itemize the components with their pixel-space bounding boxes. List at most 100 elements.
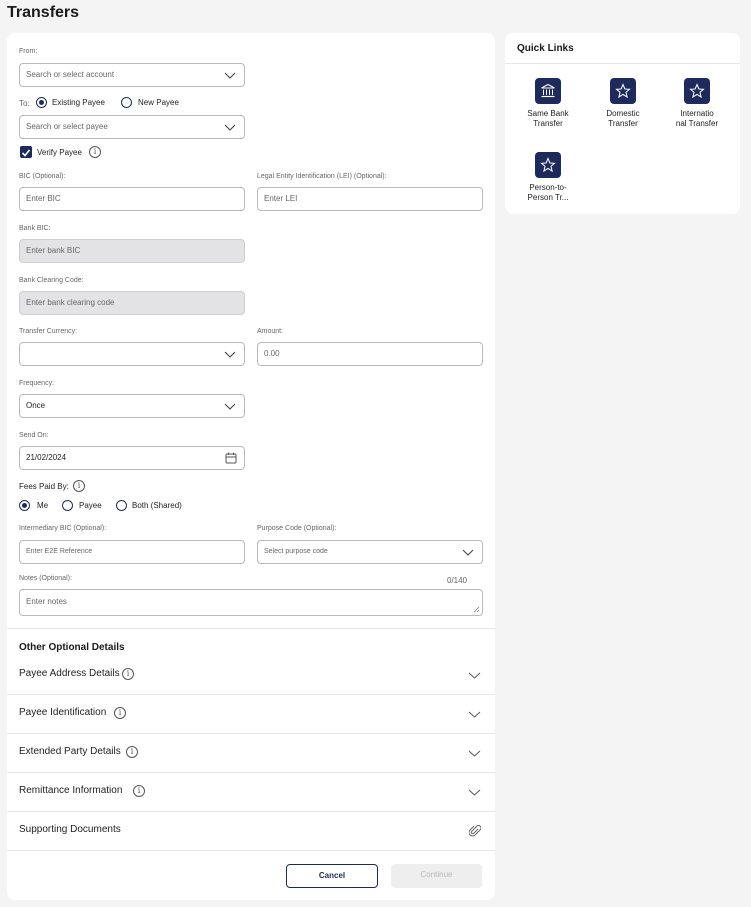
chevron-down-icon — [224, 351, 236, 358]
chevron-down-icon — [224, 403, 236, 410]
quick-link-label: Person-to- — [529, 183, 567, 192]
amount-placeholder: 0.00 — [264, 349, 280, 358]
payee-address-details-row[interactable]: Payee Address Details i — [7, 656, 495, 695]
new-payee-label: New Payee — [138, 98, 179, 107]
fees-payee-radio[interactable] — [62, 500, 73, 511]
quick-link-label: nal Transfer — [675, 119, 719, 128]
info-icon[interactable]: i — [114, 707, 126, 719]
lei-label: Legal Entity Identification (LEI) (Optio… — [257, 173, 387, 180]
other-optional-details-title: Other Optional Details — [19, 642, 125, 653]
purpose-code-label: Purpose Code (Optional): — [257, 525, 337, 532]
chevron-down-icon — [468, 672, 481, 679]
quick-links-title: Quick Links — [517, 43, 574, 54]
from-account-select[interactable]: Search or select account — [19, 63, 245, 87]
intermediary-bic-placeholder: Enter E2E Reference — [26, 548, 93, 555]
lei-input[interactable]: Enter LEI — [257, 187, 483, 211]
chevron-down-icon — [224, 124, 236, 131]
transfer-currency-label: Transfer Currency: — [19, 328, 78, 335]
info-icon[interactable]: i — [133, 785, 145, 797]
frequency-value: Once — [26, 401, 46, 410]
send-on-date-input[interactable]: 21/02/2024 — [19, 446, 245, 470]
intermediary-bic-input[interactable]: Enter E2E Reference — [19, 540, 245, 564]
payee-identification-label: Payee Identification — [19, 707, 107, 718]
star-icon — [535, 152, 561, 178]
amount-input[interactable]: 0.00 — [257, 342, 483, 366]
star-icon — [610, 78, 636, 104]
info-icon[interactable]: i — [126, 746, 138, 758]
payee-identification-row[interactable]: Payee Identification i — [7, 695, 495, 734]
fees-shared-label: Both (Shared) — [132, 501, 182, 510]
quick-link-international-transfer[interactable]: Internatio nal Transfer — [662, 78, 732, 129]
frequency-label: Frequency: — [19, 380, 55, 387]
transfer-currency-select[interactable] — [19, 342, 245, 366]
fees-me-radio[interactable] — [19, 500, 30, 511]
cancel-button[interactable]: Cancel — [286, 864, 378, 888]
new-payee-radio[interactable] — [121, 97, 132, 108]
from-account-placeholder: Search or select account — [26, 70, 115, 79]
paperclip-icon[interactable] — [469, 824, 481, 838]
bank-bic-placeholder: Enter bank BIC — [26, 246, 81, 255]
chevron-down-icon — [462, 549, 474, 556]
payee-placeholder: Search or select payee — [26, 122, 108, 131]
notes-placeholder: Enter notes — [26, 597, 67, 606]
quick-links-card: Quick Links Same Bank Transfer Domestic … — [505, 33, 740, 214]
frequency-select[interactable]: Once — [19, 394, 245, 418]
divider — [7, 628, 495, 629]
payee-select[interactable]: Search or select payee — [19, 115, 245, 139]
info-icon[interactable]: i — [73, 480, 85, 492]
bic-input[interactable]: Enter BIC — [19, 187, 245, 211]
existing-payee-radio[interactable] — [36, 97, 47, 108]
bank-icon — [535, 78, 561, 104]
notes-counter: 0/140 — [447, 576, 468, 585]
info-icon[interactable]: i — [89, 146, 101, 158]
verify-payee-label: Verify Payee — [37, 148, 82, 157]
existing-payee-label: Existing Payee — [52, 98, 105, 107]
remittance-information-label: Remittance Information — [19, 785, 123, 796]
to-label: To: — [19, 99, 30, 108]
transfer-form-card: From: Search or select account To: Exist… — [7, 33, 495, 900]
divider — [505, 63, 740, 64]
quick-link-label: Same Bank — [527, 109, 569, 118]
supporting-documents-label: Supporting Documents — [19, 824, 121, 835]
quick-link-label: Person Tr... — [527, 193, 569, 202]
chevron-down-icon — [224, 72, 236, 79]
remittance-information-row[interactable]: Remittance Information i — [7, 773, 495, 812]
extended-party-details-label: Extended Party Details — [19, 746, 121, 757]
star-icon — [684, 78, 710, 104]
chevron-down-icon — [468, 750, 481, 757]
from-label: From: — [19, 48, 38, 55]
check-icon — [21, 149, 31, 157]
quick-link-domestic-transfer[interactable]: Domestic Transfer — [588, 78, 658, 129]
bic-placeholder: Enter BIC — [26, 194, 61, 203]
quick-link-person-to-person-transfer[interactable]: Person-to- Person Tr... — [513, 152, 583, 203]
fees-shared-radio[interactable] — [116, 500, 127, 511]
quick-link-label: Transfer — [608, 119, 638, 128]
notes-textarea[interactable]: Enter notes — [19, 589, 483, 616]
fees-paid-by-label: Fees Paid By: — [19, 482, 69, 491]
fees-payee-label: Payee — [79, 501, 102, 510]
continue-button[interactable]: Continue — [391, 864, 482, 888]
quick-link-label: Internatio — [680, 109, 714, 118]
extended-party-details-row[interactable]: Extended Party Details i — [7, 734, 495, 773]
payee-address-details-label: Payee Address Details — [19, 668, 120, 679]
bank-bic-label: Bank BIC: — [19, 225, 51, 232]
purpose-code-select[interactable]: Select purpose code — [257, 540, 483, 564]
verify-payee-checkbox[interactable] — [20, 146, 32, 158]
info-icon[interactable]: i — [122, 668, 134, 680]
bank-bic-input: Enter bank BIC — [19, 239, 245, 263]
fees-me-label: Me — [37, 501, 49, 510]
bank-clearing-input: Enter bank clearing code — [19, 291, 245, 315]
quick-link-label: Domestic — [606, 109, 640, 118]
bic-label: BIC (Optional): — [19, 173, 66, 180]
resize-handle-icon[interactable] — [473, 606, 480, 613]
amount-label: Amount: — [257, 328, 284, 335]
notes-label: Notes (Optional): — [19, 575, 72, 582]
bank-clearing-label: Bank Clearing Code: — [19, 277, 84, 284]
supporting-documents-row[interactable]: Supporting Documents — [7, 812, 495, 851]
quick-link-same-bank-transfer[interactable]: Same Bank Transfer — [513, 78, 583, 129]
purpose-code-placeholder: Select purpose code — [264, 548, 328, 555]
intermediary-bic-label: Intermediary BIC (Optional): — [19, 525, 107, 532]
calendar-icon[interactable] — [225, 452, 237, 464]
send-on-value: 21/02/2024 — [26, 453, 67, 462]
bank-clearing-placeholder: Enter bank clearing code — [26, 298, 115, 307]
